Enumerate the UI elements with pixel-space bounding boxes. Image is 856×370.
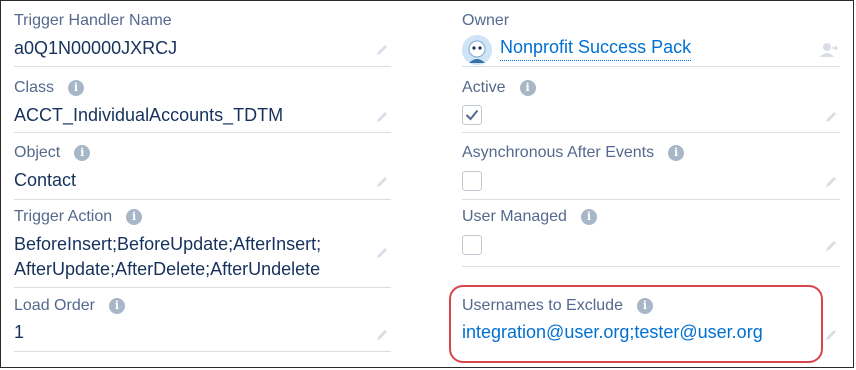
- owner-value: Nonprofit Success Pack: [462, 35, 762, 65]
- astro-avatar-icon: [462, 35, 492, 65]
- divider: [14, 351, 391, 352]
- checkmark-icon: [465, 109, 479, 121]
- field-class: Class i ACCT_IndividualAccounts_TDTM: [14, 67, 391, 133]
- trigger-action-line-2: AfterUpdate;AfterDelete;AfterUndelete: [14, 259, 321, 279]
- user-managed-checkbox[interactable]: [462, 235, 482, 255]
- field-label: Trigger Handler Name: [14, 12, 172, 30]
- pencil-icon[interactable]: [375, 43, 389, 57]
- field-user-managed: User Managed i: [462, 200, 840, 267]
- trigger-action-line-1: BeforeInsert;BeforeUpdate;AfterInsert;: [14, 234, 322, 254]
- field-owner: Owner Nonprofit Success Pack: [462, 1, 840, 67]
- pencil-icon[interactable]: [375, 110, 389, 124]
- field-label-text: Trigger Handler Name: [14, 12, 172, 29]
- pencil-icon[interactable]: [375, 175, 389, 189]
- field-asynchronous-after-events: Asynchronous After Events i: [462, 133, 840, 200]
- field-label-text: Class: [14, 79, 55, 96]
- trigger-handler-name-value: a0Q1N00000JXRCJ: [14, 38, 178, 58]
- active-checkbox[interactable]: [462, 105, 482, 125]
- asynchronous-after-events-checkbox[interactable]: [462, 171, 482, 191]
- field-label: Trigger Action i: [14, 208, 143, 226]
- field-label-text: User Managed: [462, 208, 567, 225]
- record-detail-panel: Trigger Handler Name a0Q1N00000JXRCJ Cla…: [0, 0, 854, 368]
- field-active: Active i: [462, 67, 840, 133]
- pencil-icon[interactable]: [375, 246, 389, 260]
- field-label: Object i: [14, 144, 91, 162]
- info-icon[interactable]: i: [126, 209, 143, 225]
- field-load-order: Load Order i 1: [14, 288, 391, 352]
- pencil-icon[interactable]: [824, 175, 838, 189]
- field-trigger-action: Trigger Action i BeforeInsert;BeforeUpdat…: [14, 200, 391, 288]
- field-label: Load Order i: [14, 297, 125, 315]
- field-label: Active i: [462, 79, 536, 97]
- field-label-text: Object: [14, 144, 61, 161]
- field-label: Owner: [462, 12, 509, 30]
- highlight-annotation: [449, 285, 823, 363]
- pencil-icon[interactable]: [824, 110, 838, 124]
- field-object: Object i Contact: [14, 133, 391, 200]
- pencil-icon[interactable]: [375, 328, 389, 342]
- owner-link[interactable]: Nonprofit Success Pack: [500, 37, 692, 61]
- field-label-text: Active: [462, 79, 506, 96]
- object-value: Contact: [14, 170, 77, 190]
- pencil-icon[interactable]: [824, 328, 838, 342]
- info-icon[interactable]: i: [519, 80, 536, 96]
- field-label-text: Asynchronous After Events: [462, 144, 655, 161]
- change-owner-icon[interactable]: [820, 42, 838, 58]
- info-icon[interactable]: i: [580, 209, 597, 225]
- info-icon[interactable]: i: [74, 145, 91, 161]
- trigger-action-value: BeforeInsert;BeforeUpdate;AfterInsert; A…: [14, 232, 321, 282]
- load-order-value: 1: [14, 322, 25, 342]
- pencil-icon[interactable]: [824, 239, 838, 253]
- divider: [462, 266, 840, 267]
- field-trigger-handler-name: Trigger Handler Name a0Q1N00000JXRCJ: [14, 1, 391, 67]
- info-icon[interactable]: i: [668, 145, 685, 161]
- field-label-text: Load Order: [14, 297, 95, 314]
- field-label-text: Trigger Action: [14, 208, 113, 225]
- info-icon[interactable]: i: [68, 80, 85, 96]
- field-label: User Managed i: [462, 208, 597, 226]
- info-icon[interactable]: i: [108, 298, 125, 314]
- field-label: Class i: [14, 79, 85, 97]
- class-value: ACCT_IndividualAccounts_TDTM: [14, 105, 284, 125]
- field-label: Asynchronous After Events i: [462, 144, 685, 162]
- field-label-text: Owner: [462, 12, 510, 29]
